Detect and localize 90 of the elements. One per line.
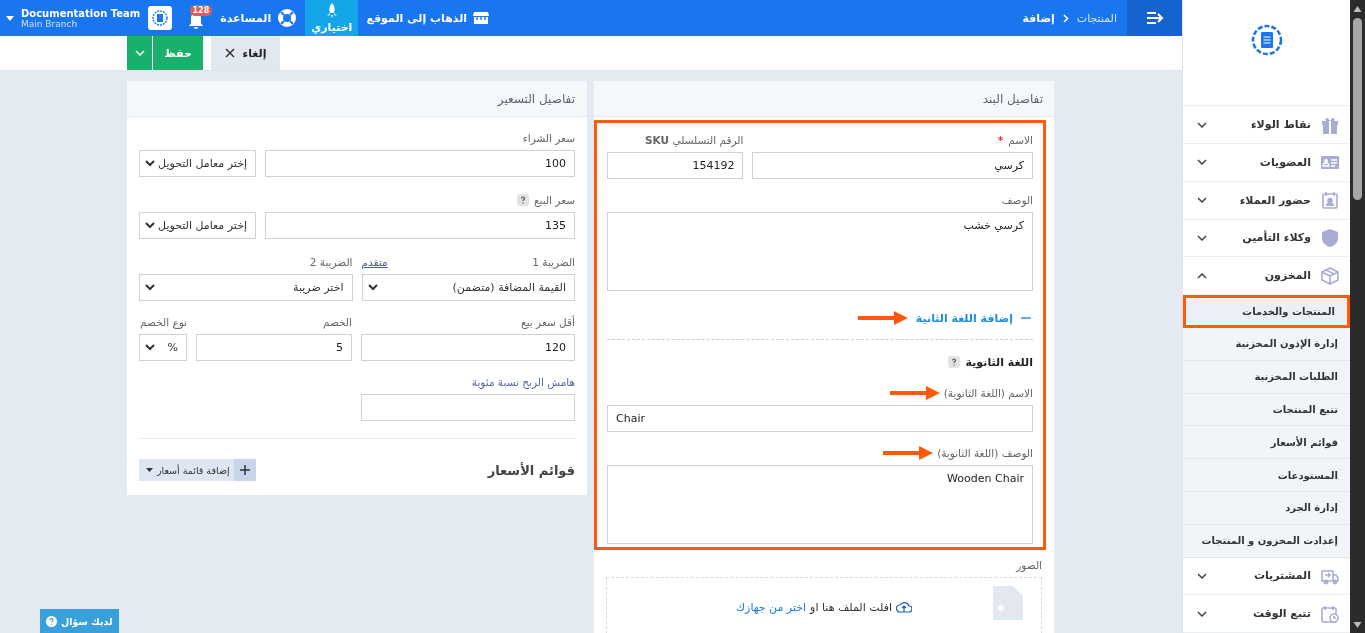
calendar-icon: [1321, 191, 1339, 210]
advanced-link[interactable]: متقدم: [361, 255, 388, 268]
help-icon: [947, 356, 960, 368]
browse-link[interactable]: اختر من جهازك: [736, 600, 807, 614]
topbar-link[interactable]: الذهاب إلى الموقع: [358, 0, 498, 36]
field-label: الضريبة 2: [309, 255, 353, 268]
chevron-down-icon: [145, 284, 155, 291]
logo-icon: [152, 10, 169, 26]
caret-icon[interactable]: [6, 15, 14, 21]
field-label: نوع الخصم: [140, 315, 187, 328]
sidebar-item[interactable]: تتبع الوقت: [1183, 595, 1350, 633]
unit-select[interactable]: إختر معامل التحويل: [139, 212, 256, 239]
notification-badge: 128: [189, 5, 213, 16]
gift-icon: [1321, 115, 1339, 134]
sidebar-subitem[interactable]: تتبع المنتجات: [1183, 393, 1350, 427]
profit-margin-field[interactable]: [361, 394, 575, 421]
secondary-name-field[interactable]: Chair: [607, 405, 1033, 432]
file-dropzone[interactable]: افلت الملف هنا او اختر من جهازك: [606, 577, 1042, 633]
field-label: الاسم: [1008, 133, 1033, 146]
store-icon: [473, 11, 490, 25]
chevron-icon: [1062, 13, 1069, 23]
upload-cloud-icon: [896, 600, 912, 614]
second-language-link[interactable]: إضافة اللغة الثانية: [913, 311, 1033, 325]
sidebar-subitem[interactable]: الطلبات المخزنية: [1183, 360, 1350, 394]
topbar-link[interactable]: المساعدة: [212, 0, 306, 36]
sidebar-subitem[interactable]: إعدادت المخزون و المنتجات: [1183, 524, 1350, 558]
company-logo[interactable]: [148, 6, 173, 30]
field-label: الوصف: [1001, 193, 1033, 206]
chevron-down-icon: [367, 284, 378, 291]
file-icon: [993, 586, 1023, 620]
chevron-down-icon: [145, 344, 155, 351]
plus-icon: [239, 465, 250, 475]
user-name[interactable]: Documentation Team: [21, 7, 141, 19]
dropzone-text: افلت الملف هنا او: [810, 600, 892, 614]
add-price-list-button[interactable]: إضافة قائمة أسعار: [139, 459, 256, 481]
save-options-button[interactable]: [127, 36, 153, 70]
min-price-field[interactable]: 120: [361, 334, 575, 361]
cancel-button[interactable]: إلغاء: [211, 36, 280, 70]
branch-name: Main Branch: [21, 18, 78, 29]
menu-toggle-button[interactable]: [1127, 0, 1182, 36]
discount-type-select[interactable]: %: [139, 334, 187, 361]
sidebar-item[interactable]: العضويات: [1183, 144, 1350, 182]
sidebar-item[interactable]: وكلاء التأمين: [1183, 219, 1350, 258]
sidebar-subitem[interactable]: المنتجات والخدمات: [1183, 295, 1350, 328]
clock-icon: [1321, 604, 1339, 623]
field-label: سعر الشراء: [522, 131, 575, 144]
price-field[interactable]: 135: [265, 212, 575, 239]
field-label: الخصم: [323, 315, 352, 328]
sidebar-item[interactable]: نقاط الولاء: [1183, 106, 1350, 145]
field-label: أقل سعر بيع: [521, 315, 575, 328]
card-icon: [1321, 153, 1339, 172]
card-title: تفاصيل البند: [594, 81, 1054, 117]
field-label: الوصف (اللغة الثانوية): [937, 446, 1033, 459]
lifebuoy-icon: [277, 8, 298, 28]
box-icon: [1321, 266, 1339, 285]
sku-field[interactable]: 154192: [607, 152, 744, 179]
price-field[interactable]: 100: [265, 150, 575, 177]
chevron-down-icon: [134, 50, 145, 56]
section-title: اللغة الثانوية: [965, 355, 1033, 369]
field-label: هامش الربح نسبة مئوية: [471, 375, 575, 388]
required-mark: *: [997, 133, 1004, 146]
menu-icon: [1145, 11, 1164, 25]
card-title: تفاصيل التسعير: [127, 81, 587, 117]
sidebar-subitem[interactable]: إدارة الإذون المخزنية: [1183, 327, 1350, 361]
sidebar-subitem[interactable]: إدارة الجرد: [1183, 491, 1350, 525]
app-logo-icon[interactable]: [1249, 22, 1284, 57]
description-field[interactable]: كرسي خشب: [607, 212, 1033, 291]
name-field[interactable]: كرسي: [752, 152, 1033, 179]
field-label: الضريبة 1: [532, 255, 575, 268]
caret-icon: [146, 468, 153, 472]
discount-field[interactable]: 5: [196, 334, 352, 361]
field-label: الاسم (اللغة الثانوية): [943, 386, 1033, 399]
rocket-icon: [325, 2, 338, 19]
close-icon: [224, 48, 235, 58]
sidebar-subitem[interactable]: قوائم الأسعار: [1183, 426, 1350, 460]
section-title: قوائم الأسعار: [487, 462, 575, 478]
sidebar-subitem[interactable]: المستودعات: [1183, 459, 1350, 492]
chevron-down-icon: [145, 160, 155, 167]
shield-icon: [1321, 229, 1339, 247]
tax-select[interactable]: اختر ضريبة: [139, 274, 353, 301]
question-icon: [46, 615, 57, 627]
breadcrumb-link[interactable]: المنتجات: [1076, 11, 1117, 25]
field-label: الصور: [1016, 558, 1042, 571]
secondary-description-field[interactable]: Wooden Chair: [607, 465, 1033, 544]
breadcrumb-current: إضافة: [1022, 11, 1055, 25]
tax-select[interactable]: القيمة المضافة (متضمن): [361, 274, 575, 301]
sidebar-item[interactable]: حضور العملاء: [1183, 181, 1350, 220]
field-label: سعر البيع: [533, 193, 575, 206]
unit-select[interactable]: إختر معامل التحويل: [139, 150, 256, 177]
chevron-down-icon: [145, 222, 155, 229]
